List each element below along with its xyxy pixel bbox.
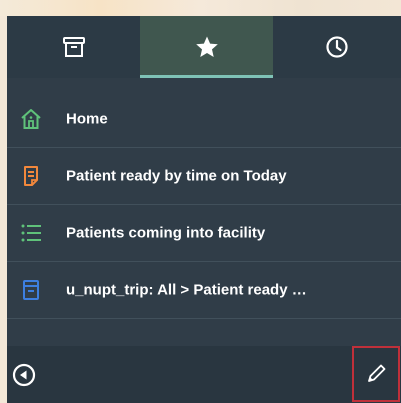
tab-history[interactable] [273, 16, 401, 78]
tab-bar [7, 16, 401, 78]
favorite-label: Home [66, 110, 108, 128]
footer-bar [7, 346, 401, 403]
favorite-label: u_nupt_trip: All > Patient ready … [66, 281, 307, 299]
favorite-item-report[interactable]: Patient ready by time on Today [7, 148, 401, 205]
background-strip [0, 0, 401, 16]
favorites-list: Home Patient ready by time on Today Pati… [7, 91, 401, 319]
tab-favorites[interactable] [140, 16, 273, 78]
edit-favorites-button[interactable] [352, 346, 400, 402]
tab-all-applications[interactable] [7, 16, 140, 78]
pencil-icon [368, 364, 386, 382]
report-icon [20, 165, 42, 187]
favorite-item-form[interactable]: u_nupt_trip: All > Patient ready … [7, 262, 401, 319]
archive-icon [62, 37, 85, 57]
list-icon [20, 222, 42, 244]
collapse-button[interactable] [10, 361, 38, 389]
favorite-item-list[interactable]: Patients coming into facility [7, 205, 401, 262]
navigator-panel: Home Patient ready by time on Today Pati… [7, 16, 401, 403]
favorite-item-home[interactable]: Home [7, 91, 401, 148]
active-tab-indicator [140, 75, 273, 78]
home-icon [20, 108, 42, 130]
clock-icon [326, 36, 348, 58]
form-icon [20, 279, 42, 301]
star-icon [195, 36, 218, 57]
favorite-label: Patient ready by time on Today [66, 167, 287, 185]
favorite-label: Patients coming into facility [66, 224, 266, 242]
circle-left-icon [12, 363, 36, 387]
